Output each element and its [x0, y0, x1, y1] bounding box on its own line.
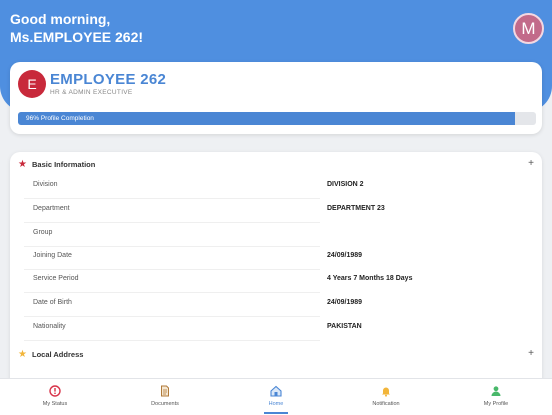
nav-my-profile[interactable]: My Profile — [441, 379, 551, 415]
nav-label: Home — [268, 401, 284, 407]
expand-icon[interactable]: + — [528, 348, 534, 359]
info-row-nationality: Nationality PAKISTAN — [10, 317, 542, 341]
nav-label: My Status — [42, 401, 68, 407]
nav-my-status[interactable]: My Status — [0, 379, 110, 415]
expand-icon[interactable]: + — [528, 158, 534, 169]
bottom-navigation: My Status Documents Home Notification My… — [0, 378, 552, 415]
star-icon: ★ — [18, 349, 27, 360]
section-local-address[interactable]: ★ Local Address + — [10, 344, 542, 368]
row-value: 4 Years 7 Months 18 Days — [327, 275, 413, 282]
profile-completion-label: 96% Profile Completion — [26, 115, 94, 122]
row-label: Nationality — [33, 323, 66, 330]
user-icon — [491, 386, 501, 396]
nav-label: My Profile — [483, 401, 509, 407]
row-divider — [24, 340, 320, 341]
nav-notification[interactable]: Notification — [331, 379, 441, 415]
row-label: Group — [33, 229, 53, 236]
profile-completion-bar: 96% Profile Completion — [18, 112, 536, 125]
info-row-division: Division DIVISION 2 — [10, 175, 542, 199]
info-row-date-of-birth: Date of Birth 24/09/1989 — [10, 293, 542, 317]
greeting-line-1: Good morning, — [10, 11, 111, 27]
info-row-department: Department DEPARTMENT 23 — [10, 199, 542, 223]
home-icon — [270, 385, 282, 397]
info-row-service-period: Service Period 4 Years 7 Months 18 Days — [10, 269, 542, 293]
row-label: Division — [33, 181, 58, 188]
greeting-line-2: Ms.EMPLOYEE 262! — [10, 29, 144, 45]
section-title: Basic Information — [32, 160, 96, 169]
row-value: 24/09/1989 — [327, 299, 363, 306]
profile-card: E EMPLOYEE 262 HR & ADMIN EXECUTIVE 96% … — [10, 62, 542, 134]
nav-home[interactable]: Home — [221, 379, 331, 415]
info-row-group: Group — [10, 223, 542, 247]
alert-circle-icon — [49, 385, 61, 397]
info-card: ★ Basic Information + Division DIVISION … — [10, 152, 542, 392]
row-value: 24/09/1989 — [327, 252, 363, 259]
profile-avatar: E — [18, 70, 46, 98]
star-icon: ★ — [18, 159, 27, 170]
row-value: DEPARTMENT 23 — [327, 205, 385, 212]
nav-documents[interactable]: Documents — [110, 379, 220, 415]
nav-label: Notification — [372, 401, 400, 407]
greeting: Good morning, Ms.EMPLOYEE 262! — [10, 10, 143, 46]
section-title: Local Address — [32, 350, 84, 359]
row-label: Date of Birth — [33, 299, 72, 306]
row-value: PAKISTAN — [327, 323, 362, 330]
row-value: DIVISION 2 — [327, 181, 364, 188]
nav-label: Documents — [151, 401, 179, 407]
employee-role: HR & ADMIN EXECUTIVE — [50, 89, 133, 96]
info-row-joining-date: Joining Date 24/09/1989 — [10, 246, 542, 270]
user-avatar[interactable]: M — [513, 13, 544, 44]
row-label: Service Period — [33, 275, 79, 282]
row-label: Joining Date — [33, 252, 72, 259]
employee-name: EMPLOYEE 262 — [50, 71, 167, 88]
row-label: Department — [33, 205, 70, 212]
document-icon — [161, 385, 169, 397]
bell-icon — [382, 387, 390, 397]
